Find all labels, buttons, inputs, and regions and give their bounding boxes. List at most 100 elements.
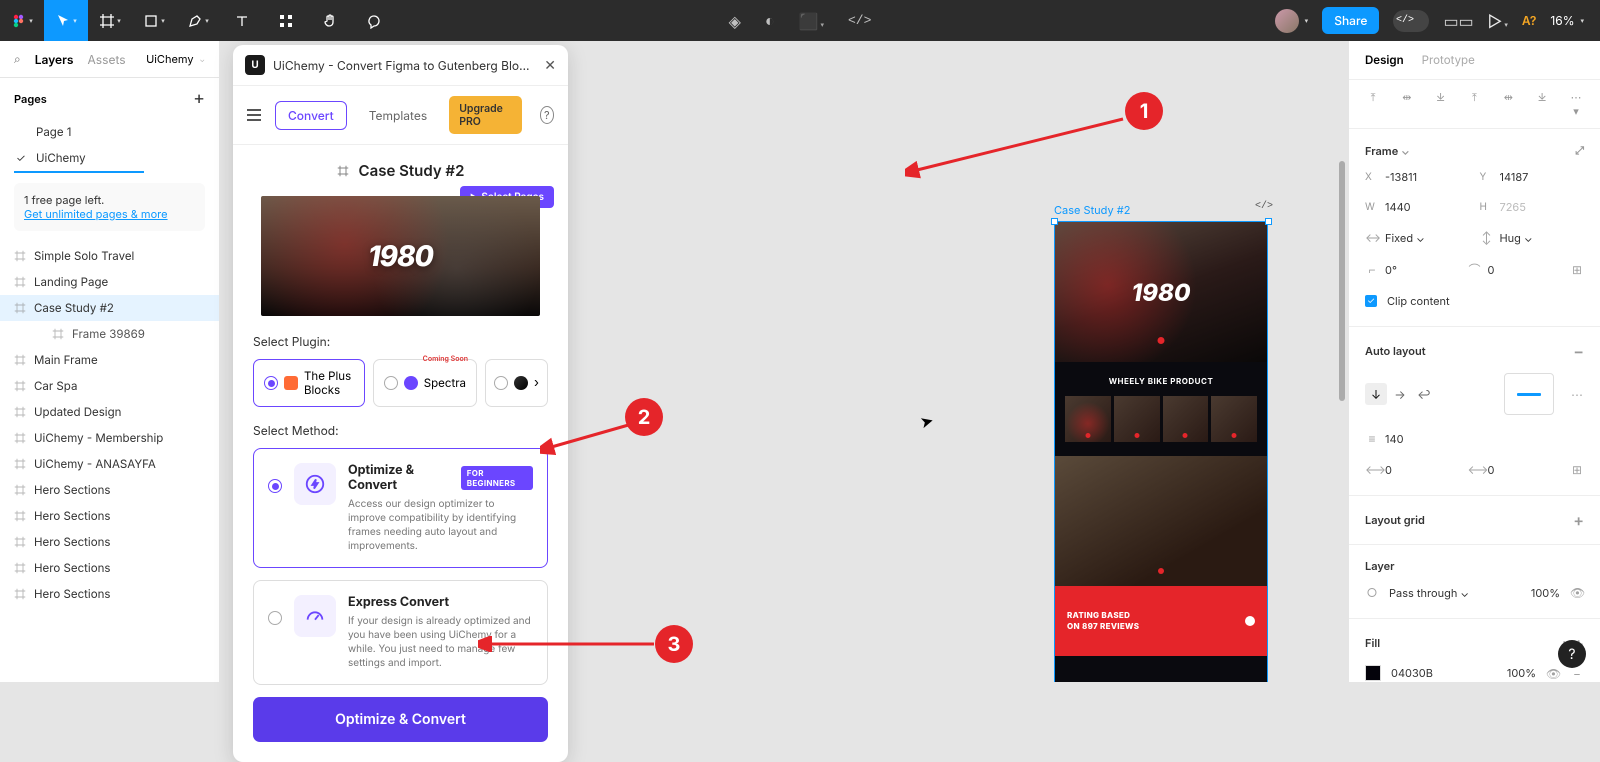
fill-visibility-icon[interactable]: 👁: [1546, 666, 1560, 681]
w-input[interactable]: [1385, 200, 1445, 214]
padding-per-side-icon[interactable]: ⊞: [1570, 462, 1584, 477]
rating-line-1: RATING BASED: [1067, 610, 1139, 620]
figma-menu-button[interactable]: ▾: [0, 0, 44, 41]
layer-item[interactable]: Hero Sections: [0, 529, 219, 555]
annotation-arrow-1: [905, 115, 1135, 180]
zoom-control[interactable]: 16%▾: [1550, 13, 1584, 28]
selected-frame[interactable]: 1980 WHEELY BIKE PRODUCT RATING BASED ON…: [1054, 221, 1268, 682]
dev-ready-icon[interactable]: </>: [1255, 201, 1273, 212]
missing-fonts-icon[interactable]: A?: [1522, 13, 1537, 28]
plugin-option-more[interactable]: ›: [485, 359, 548, 407]
help-fab-button[interactable]: ?: [1558, 640, 1586, 668]
layer-item[interactable]: Hero Sections: [0, 477, 219, 503]
devmode-icon[interactable]: </>: [848, 13, 871, 28]
layer-item[interactable]: Hero Sections: [0, 503, 219, 529]
resources-tool-button[interactable]: [264, 0, 308, 41]
gap-input[interactable]: [1385, 432, 1445, 446]
add-layout-grid-button[interactable]: +: [1573, 510, 1584, 530]
plugin-close-button[interactable]: ✕: [544, 57, 556, 74]
pad-h-input[interactable]: [1385, 463, 1445, 477]
page-item[interactable]: UiChemy: [0, 145, 219, 171]
layer-item[interactable]: Frame 39869: [0, 321, 219, 347]
layer-item[interactable]: Hero Sections: [0, 555, 219, 581]
search-icon[interactable]: ⌕: [14, 51, 21, 67]
independent-corners-icon[interactable]: ⊞: [1570, 262, 1584, 277]
move-tool-button[interactable]: ▾: [44, 0, 88, 41]
rotation-input[interactable]: [1385, 263, 1445, 277]
pen-tool-button[interactable]: ▾: [176, 0, 220, 41]
hero-year-text: 1980: [1132, 278, 1191, 307]
layer-item[interactable]: Hero Sections: [0, 581, 219, 607]
auto-layout-alignment[interactable]: [1504, 373, 1554, 415]
add-page-button[interactable]: +: [193, 88, 205, 109]
mask-icon[interactable]: ◐: [765, 10, 775, 31]
frame-tool-button[interactable]: ▾: [88, 0, 132, 41]
layer-item[interactable]: Landing Page: [0, 269, 219, 295]
fill-hex[interactable]: 04030B: [1391, 666, 1433, 680]
fill-section-label: Fill: [1365, 636, 1380, 650]
clip-content-checkbox[interactable]: ✓: [1365, 295, 1377, 307]
rating-line-2: ON 897 REVIEWS: [1067, 621, 1139, 631]
select-method-label: Select Method:: [233, 423, 568, 448]
optimize-convert-button[interactable]: Optimize & Convert: [253, 697, 548, 742]
boolean-icon[interactable]: ⬛▾: [799, 11, 824, 31]
y-input[interactable]: [1500, 170, 1560, 184]
frame-label[interactable]: Case Study #2: [1054, 203, 1130, 217]
upgrade-pro-button[interactable]: Upgrade PRO: [449, 96, 521, 134]
fill-swatch[interactable]: [1365, 665, 1381, 681]
select-plugin-label: Select Plugin:: [233, 334, 568, 359]
h-resize-dropdown[interactable]: Fixed ⌄: [1385, 231, 1425, 245]
v-resize-dropdown[interactable]: Hug ⌄: [1500, 231, 1533, 245]
layer-item[interactable]: UiChemy - ANASAYFA: [0, 451, 219, 477]
user-avatar[interactable]: ▾: [1275, 9, 1309, 33]
file-name-dropdown[interactable]: UiChemy⌄: [146, 52, 205, 66]
layer-item[interactable]: Car Spa: [0, 373, 219, 399]
resize-to-fit-icon[interactable]: ⤢: [1575, 143, 1584, 158]
h-input[interactable]: [1500, 200, 1560, 214]
plugin-option-plus-blocks[interactable]: The Plus Blocks: [253, 359, 365, 407]
selected-frame-title: Case Study #2: [359, 161, 465, 180]
prototype-tab[interactable]: Prototype: [1422, 53, 1475, 67]
plugin-help-button[interactable]: ?: [540, 106, 554, 124]
alignment-controls[interactable]: ⤒⇹⤓⤒⇹⤓⋯▾: [1349, 80, 1600, 129]
layer-item[interactable]: UiChemy - Membership: [0, 425, 219, 451]
remove-auto-layout-button[interactable]: −: [1573, 341, 1584, 361]
present-button[interactable]: ▷▾: [1488, 11, 1508, 31]
layer-opacity-input[interactable]: 100%: [1531, 586, 1560, 600]
method-optimize-convert[interactable]: Optimize & ConvertFOR BEGINNERS Access o…: [253, 448, 548, 568]
hand-tool-button[interactable]: [308, 0, 352, 41]
plugin-menu-button[interactable]: [247, 109, 261, 121]
assets-tab[interactable]: Assets: [88, 52, 126, 67]
radius-input[interactable]: [1488, 263, 1548, 277]
pad-v-input[interactable]: [1488, 463, 1548, 477]
upgrade-link[interactable]: Get unlimited pages & more: [24, 207, 168, 221]
templates-tab[interactable]: Templates: [357, 102, 439, 129]
plugin-option-spectra[interactable]: Coming Soon Spectra: [373, 359, 477, 407]
blend-mode-dropdown[interactable]: Pass through ⌄: [1389, 586, 1469, 600]
visibility-icon[interactable]: 👁: [1570, 585, 1584, 600]
dev-mode-toggle[interactable]: </>: [1393, 10, 1429, 32]
auto-layout-more-button[interactable]: ⋯: [1570, 387, 1584, 402]
comment-tool-button[interactable]: [352, 0, 396, 41]
share-button[interactable]: Share: [1322, 7, 1379, 34]
lightning-icon: [304, 473, 326, 495]
layer-item[interactable]: Updated Design: [0, 399, 219, 425]
layers-tab[interactable]: Layers: [35, 52, 74, 67]
auto-layout-direction[interactable]: ↓→↩: [1365, 383, 1435, 405]
design-panel: Design Prototype ⤒⇹⤓⤒⇹⤓⋯▾ Frame ⌄⤢ X Y W…: [1348, 41, 1600, 682]
convert-tab[interactable]: Convert: [275, 101, 347, 130]
shape-tool-button[interactable]: ▾: [132, 0, 176, 41]
layer-item[interactable]: Case Study #2: [0, 295, 219, 321]
page-item[interactable]: Page 1: [0, 119, 219, 145]
design-tab[interactable]: Design: [1365, 53, 1404, 67]
layer-item[interactable]: Main Frame: [0, 347, 219, 373]
layer-item[interactable]: Simple Solo Travel: [0, 243, 219, 269]
library-icon[interactable]: ▭▭: [1443, 11, 1473, 31]
component-icon[interactable]: ◈: [729, 11, 741, 31]
frame-type-dropdown[interactable]: Frame ⌄: [1365, 144, 1410, 158]
text-tool-button[interactable]: [220, 0, 264, 41]
canvas-scrollbar[interactable]: [1338, 41, 1346, 682]
method-express-convert[interactable]: Express Convert If your design is alread…: [253, 580, 548, 685]
fill-opacity[interactable]: 100%: [1507, 666, 1536, 680]
x-input[interactable]: [1385, 170, 1445, 184]
